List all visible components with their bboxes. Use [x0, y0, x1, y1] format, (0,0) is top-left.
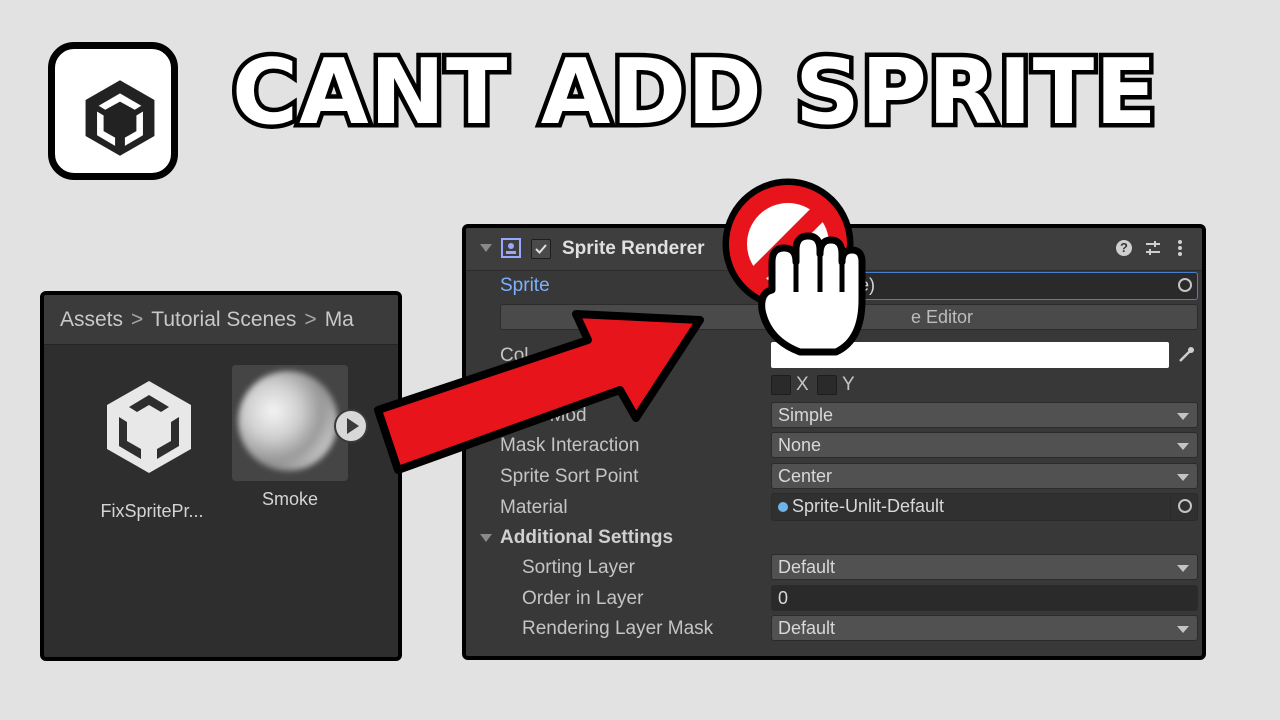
- hand-icon: [758, 232, 866, 356]
